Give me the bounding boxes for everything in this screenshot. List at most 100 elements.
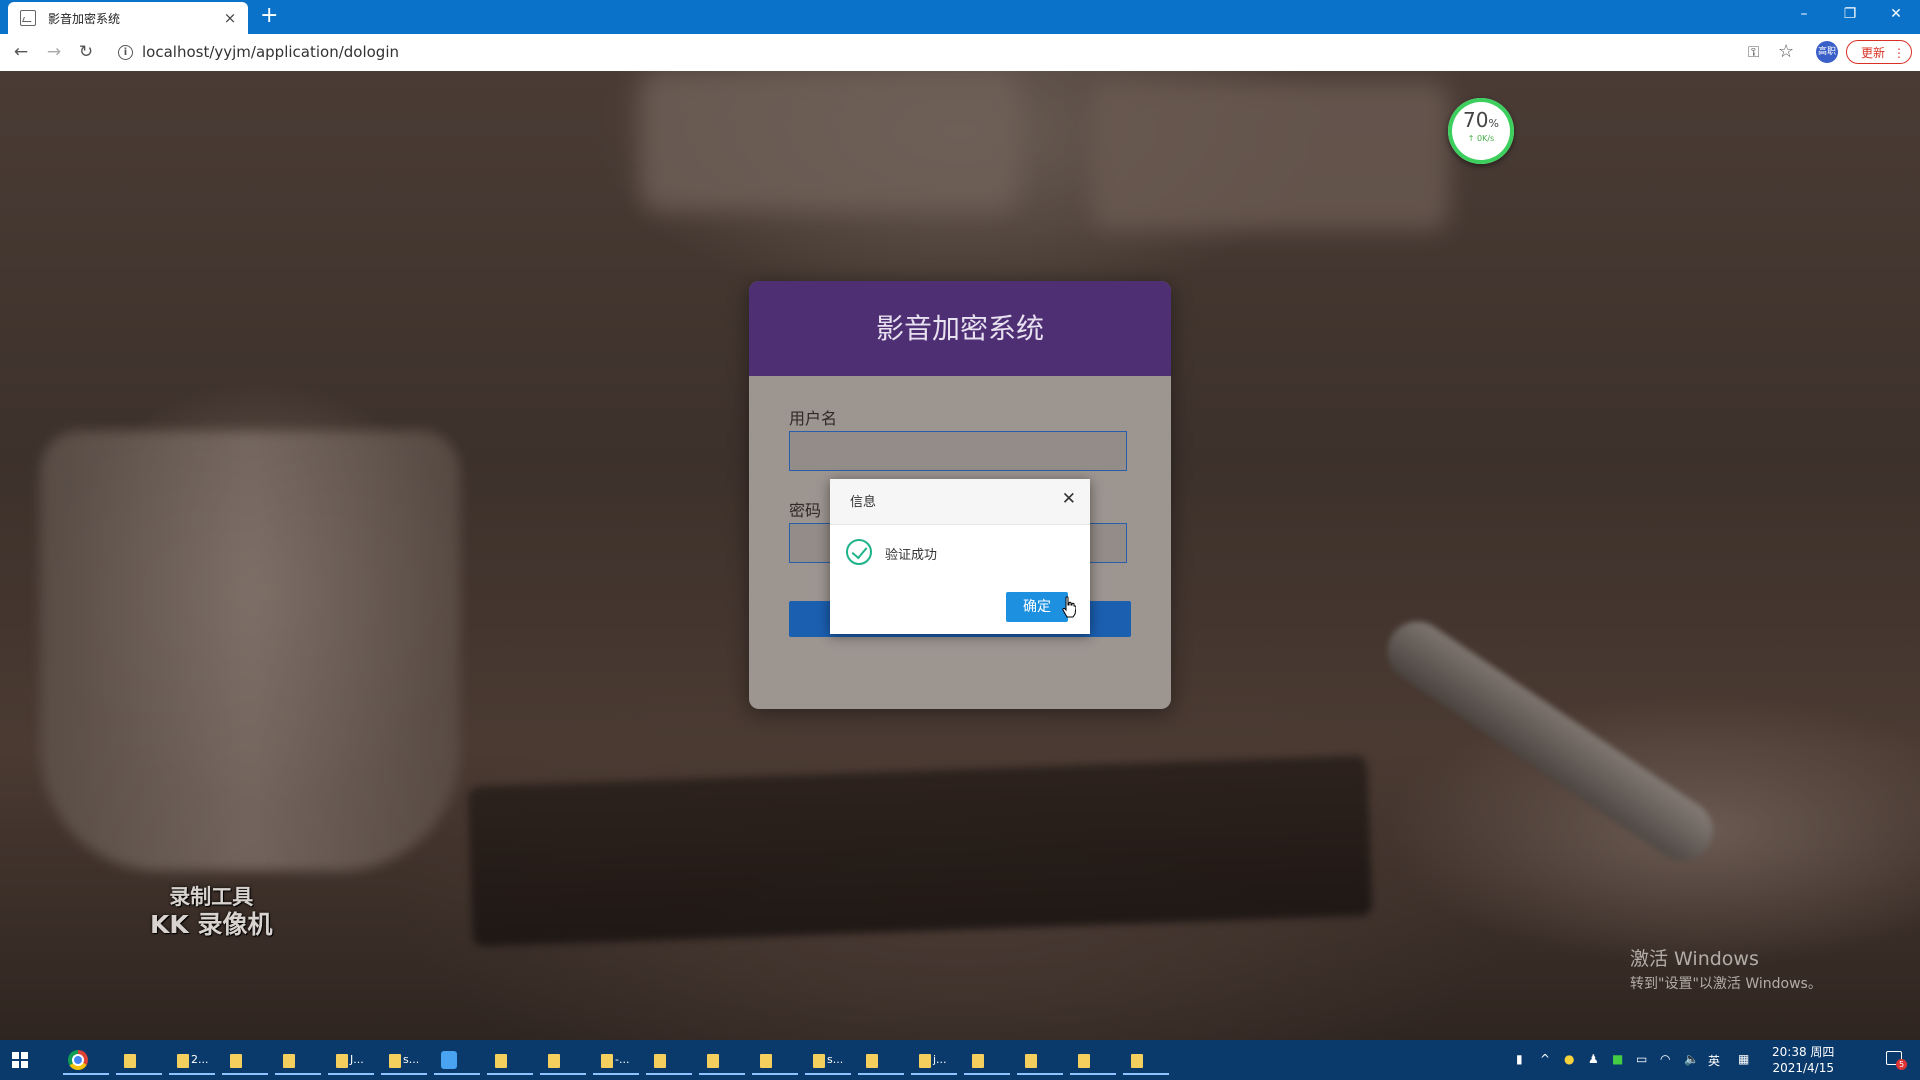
folder-icon (389, 1054, 401, 1068)
taskbar-active-indicator (328, 1073, 374, 1075)
taskbar-item[interactable]: s... (381, 1045, 427, 1075)
tray-expand-icon[interactable]: ^ (1540, 1052, 1550, 1066)
taskbar-item[interactable] (1123, 1045, 1169, 1075)
username-input[interactable] (789, 431, 1127, 471)
taskbar-item[interactable] (434, 1045, 480, 1075)
folder-icon (654, 1054, 666, 1068)
restore-button[interactable]: ❐ (1828, 0, 1872, 30)
taskbar-item[interactable]: -... (593, 1045, 639, 1075)
taskbar-item[interactable]: j... (911, 1045, 957, 1075)
taskbar-item[interactable]: J... (328, 1045, 374, 1075)
taskbar-active-indicator (858, 1073, 904, 1075)
taskbar-active-indicator (275, 1073, 321, 1075)
site-info-icon[interactable]: i (118, 45, 133, 60)
update-button[interactable]: 更新 ⋮ (1846, 40, 1912, 64)
tray-shield-icon[interactable]: ■ (1612, 1052, 1623, 1066)
window-close-button[interactable]: ✕ (1874, 0, 1918, 30)
battery-icon[interactable]: ▮ (1516, 1052, 1523, 1066)
folder-icon (124, 1054, 136, 1068)
dialog-close-icon[interactable]: ✕ (1062, 489, 1076, 509)
taskbar-item[interactable] (1070, 1045, 1116, 1075)
dialog-message: 验证成功 (885, 548, 938, 563)
taskbar-item[interactable] (699, 1045, 745, 1075)
taskbar-active-indicator (911, 1073, 957, 1075)
taskbar-item[interactable] (275, 1045, 321, 1075)
windows-activation-watermark: 激活 Windows 转到"设置"以激活 Windows。 (1630, 944, 1822, 993)
taskbar-active-indicator (1070, 1073, 1116, 1075)
wifi-icon[interactable]: ◠ (1660, 1052, 1670, 1066)
windows-start-icon[interactable] (12, 1052, 28, 1068)
taskbar-item-label: j... (933, 1053, 947, 1066)
dialog-ok-button[interactable]: 确定 (1006, 592, 1068, 622)
recorder-watermark: 录制工具 KK 录像机 (150, 884, 272, 940)
activation-line2: 转到"设置"以激活 Windows。 (1630, 976, 1822, 992)
taskbar-active-indicator (1123, 1073, 1169, 1075)
taskbar-active-indicator (434, 1073, 480, 1075)
taskbar-active-indicator (699, 1073, 745, 1075)
notification-center-icon[interactable]: 5 (1886, 1051, 1907, 1070)
tab-close-icon[interactable]: × (222, 9, 238, 27)
taskbar-active-indicator (593, 1073, 639, 1075)
folder-icon (548, 1054, 560, 1068)
network-speed-widget[interactable]: 70% ↑ 0K/s (1448, 98, 1514, 164)
tray-app-icon[interactable]: ● (1564, 1052, 1574, 1066)
taskbar-clock[interactable]: 20:38 周四 2021/4/15 (1772, 1044, 1834, 1076)
profile-avatar[interactable]: 高职 (1816, 41, 1838, 63)
recorder-watermark-line1: 录制工具 (169, 885, 254, 909)
address-bar[interactable]: localhost/yyjm/application/dologin (142, 43, 399, 61)
bookmark-star-icon[interactable]: ☆ (1778, 41, 1794, 62)
folder-icon (1025, 1054, 1037, 1068)
background-cup (40, 431, 460, 871)
taskbar-item[interactable] (646, 1045, 692, 1075)
new-tab-button[interactable]: + (260, 5, 278, 27)
background-blur (1090, 81, 1450, 231)
taskbar-item[interactable] (116, 1045, 162, 1075)
taskbar-item[interactable] (63, 1045, 109, 1075)
taskbar-item[interactable] (487, 1045, 533, 1075)
success-check-icon (846, 539, 872, 565)
reload-button[interactable]: ↻ (75, 41, 97, 63)
taskbar-item[interactable]: s... (805, 1045, 851, 1075)
login-title: 影音加密系统 (749, 281, 1171, 376)
taskbar-item[interactable]: 2... (169, 1045, 215, 1075)
taskbar-item[interactable] (1017, 1045, 1063, 1075)
taskbar-active-indicator (646, 1073, 692, 1075)
password-key-icon[interactable]: ⚿ (1748, 43, 1759, 61)
hand-cursor-icon (1062, 596, 1076, 618)
folder-icon (813, 1054, 825, 1068)
clock-date: 2021/4/15 (1772, 1061, 1834, 1075)
taskbar-active-indicator (752, 1073, 798, 1075)
volume-icon[interactable]: 🔈 (1684, 1052, 1699, 1066)
windows-taskbar: 2... J... s... -... s... j... ▮ ^ ● ♟ ■ ▭ ◠ 🔈… (0, 1040, 1920, 1080)
minimize-button[interactable]: – (1782, 0, 1826, 30)
forward-button[interactable]: → (43, 41, 65, 63)
dialog-title: 信息 (850, 495, 877, 510)
taskbar-active-indicator (964, 1073, 1010, 1075)
folder-icon (495, 1054, 507, 1068)
background-blur (640, 71, 1020, 211)
taskbar-item[interactable] (858, 1045, 904, 1075)
taskbar-active-indicator (487, 1073, 533, 1075)
browser-tab[interactable]: 影音加密系统 × (8, 2, 248, 34)
tab-title: 影音加密系统 (48, 11, 121, 26)
network-icon[interactable]: ▭ (1636, 1052, 1647, 1066)
back-button[interactable]: ← (10, 41, 32, 63)
taskbar-item[interactable] (540, 1045, 586, 1075)
taskbar-item[interactable] (964, 1045, 1010, 1075)
notification-count: 5 (1896, 1059, 1907, 1070)
username-label: 用户名 (789, 409, 838, 428)
update-label: 更新 (1861, 46, 1886, 60)
speed-percent: 70 (1463, 108, 1489, 132)
taskbar-item-label: s... (827, 1053, 844, 1066)
folder-icon (1078, 1054, 1090, 1068)
taskbar-active-indicator (63, 1073, 109, 1075)
taskbar-item[interactable] (752, 1045, 798, 1075)
menu-dots-icon[interactable]: ⋮ (1893, 41, 1905, 65)
taskbar-active-indicator (1017, 1073, 1063, 1075)
taskbar-item[interactable] (222, 1045, 268, 1075)
taskbar-active-indicator (805, 1073, 851, 1075)
qq-icon[interactable]: ♟ (1588, 1052, 1599, 1066)
browser-toolbar: ← → ↻ i localhost/yyjm/application/dolog… (0, 34, 1920, 72)
keyboard-grid-icon[interactable]: ▦ (1738, 1052, 1749, 1066)
ime-indicator[interactable]: 英 (1708, 1052, 1720, 1069)
